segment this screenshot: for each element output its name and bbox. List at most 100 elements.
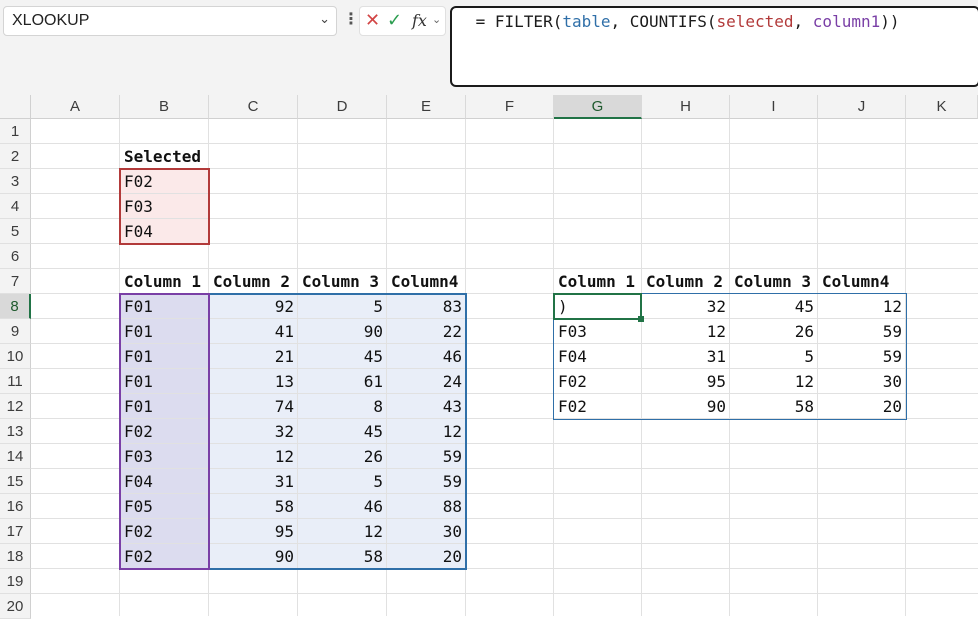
source-cell[interactable]: 26	[298, 444, 387, 469]
row-header-13[interactable]: 13	[0, 419, 31, 444]
source-cell[interactable]: 83	[387, 294, 466, 319]
result-cell[interactable]: F04	[554, 344, 642, 369]
source-cell[interactable]: 46	[298, 494, 387, 519]
source-cell[interactable]: 20	[387, 544, 466, 569]
source-cell[interactable]: 5	[298, 294, 387, 319]
row-header-6[interactable]: 6	[0, 244, 31, 269]
more-options-icon[interactable]: ⋮	[343, 9, 359, 28]
source-cell[interactable]: 13	[209, 369, 298, 394]
source-cell[interactable]: 95	[209, 519, 298, 544]
select-all-corner[interactable]	[0, 95, 31, 119]
column-header-k[interactable]: K	[906, 95, 978, 119]
worksheet-grid[interactable]: Selected F02 F03 F04 Column 1 Column 2 C…	[31, 119, 978, 616]
formula-input[interactable]: = FILTER(table, COUNTIFS(selected, colum…	[450, 6, 978, 87]
result-cell[interactable]: F02	[554, 394, 642, 419]
source-cell[interactable]: 24	[387, 369, 466, 394]
column-header-d[interactable]: D	[298, 95, 387, 119]
result-cell[interactable]: 59	[818, 344, 906, 369]
row-header-20[interactable]: 20	[0, 594, 31, 619]
result-cell[interactable]: 20	[818, 394, 906, 419]
selected-header[interactable]: Selected	[120, 144, 240, 169]
row-header-15[interactable]: 15	[0, 469, 31, 494]
result-header[interactable]: Column 3	[730, 269, 818, 294]
source-cell[interactable]: 8	[298, 394, 387, 419]
column-header-b[interactable]: B	[120, 95, 209, 119]
source-cell[interactable]: 90	[298, 319, 387, 344]
result-cell[interactable]: 5	[730, 344, 818, 369]
source-cell[interactable]: 12	[298, 519, 387, 544]
result-cell[interactable]: 12	[642, 319, 730, 344]
result-cell[interactable]: 26	[730, 319, 818, 344]
source-cell[interactable]: 12	[387, 419, 466, 444]
source-cell[interactable]: 30	[387, 519, 466, 544]
source-cell[interactable]: F04	[120, 469, 209, 494]
result-header[interactable]: Column4	[818, 269, 906, 294]
selected-item[interactable]: F03	[120, 194, 209, 219]
source-cell[interactable]: 59	[387, 444, 466, 469]
source-cell[interactable]: F01	[120, 394, 209, 419]
source-cell[interactable]: 45	[298, 419, 387, 444]
source-cell[interactable]: F01	[120, 369, 209, 394]
source-cell[interactable]: F03	[120, 444, 209, 469]
column-header-c[interactable]: C	[209, 95, 298, 119]
source-header[interactable]: Column4	[387, 269, 466, 294]
enter-check-icon[interactable]: ✓	[387, 10, 402, 31]
result-header[interactable]: Column 2	[642, 269, 730, 294]
source-cell[interactable]: 43	[387, 394, 466, 419]
column-header-a[interactable]: A	[31, 95, 120, 119]
row-header-16[interactable]: 16	[0, 494, 31, 519]
result-cell[interactable]: 45	[730, 294, 818, 319]
source-cell[interactable]: 59	[387, 469, 466, 494]
source-cell[interactable]: 45	[298, 344, 387, 369]
source-cell[interactable]: F02	[120, 519, 209, 544]
row-header-2[interactable]: 2	[0, 144, 31, 169]
insert-function-icon[interactable]: fx	[412, 11, 427, 30]
source-cell[interactable]: 12	[209, 444, 298, 469]
source-header[interactable]: Column 1	[120, 269, 209, 294]
source-header[interactable]: Column 2	[209, 269, 298, 294]
column-header-i[interactable]: I	[730, 95, 818, 119]
source-cell[interactable]: F01	[120, 344, 209, 369]
source-cell[interactable]: 88	[387, 494, 466, 519]
source-cell[interactable]: F01	[120, 319, 209, 344]
source-cell[interactable]: 31	[209, 469, 298, 494]
column-header-g[interactable]: G	[554, 95, 642, 119]
source-cell[interactable]: 5	[298, 469, 387, 494]
result-cell[interactable]: 32	[642, 294, 730, 319]
source-header[interactable]: Column 3	[298, 269, 387, 294]
source-cell[interactable]: 92	[209, 294, 298, 319]
source-cell[interactable]: F02	[120, 419, 209, 444]
row-header-1[interactable]: 1	[0, 119, 31, 144]
row-header-3[interactable]: 3	[0, 169, 31, 194]
row-header-17[interactable]: 17	[0, 519, 31, 544]
result-cell[interactable]: 12	[730, 369, 818, 394]
source-cell[interactable]: 41	[209, 319, 298, 344]
chevron-down-icon[interactable]: ⌄	[432, 13, 441, 26]
source-cell[interactable]: 74	[209, 394, 298, 419]
result-cell[interactable]: 95	[642, 369, 730, 394]
name-box[interactable]: XLOOKUP ⌄	[3, 6, 337, 36]
result-cell[interactable]: 30	[818, 369, 906, 394]
chevron-down-icon[interactable]: ⌄	[319, 12, 330, 27]
row-header-10[interactable]: 10	[0, 344, 31, 369]
source-cell[interactable]: F02	[120, 544, 209, 569]
column-header-j[interactable]: J	[818, 95, 906, 119]
source-cell[interactable]: 61	[298, 369, 387, 394]
result-cell[interactable]: 31	[642, 344, 730, 369]
source-cell[interactable]: 46	[387, 344, 466, 369]
row-header-19[interactable]: 19	[0, 569, 31, 594]
result-cell[interactable]: 12	[818, 294, 906, 319]
row-header-7[interactable]: 7	[0, 269, 31, 294]
selected-item[interactable]: F02	[120, 169, 209, 194]
source-cell[interactable]: 22	[387, 319, 466, 344]
source-cell[interactable]: F05	[120, 494, 209, 519]
row-header-8[interactable]: 8	[0, 294, 31, 319]
result-cell[interactable]: 90	[642, 394, 730, 419]
result-header[interactable]: Column 1	[554, 269, 642, 294]
source-cell[interactable]: 32	[209, 419, 298, 444]
column-header-f[interactable]: F	[466, 95, 554, 119]
result-cell[interactable]: 58	[730, 394, 818, 419]
column-header-e[interactable]: E	[387, 95, 466, 119]
source-cell[interactable]: 58	[298, 544, 387, 569]
source-cell[interactable]: 21	[209, 344, 298, 369]
